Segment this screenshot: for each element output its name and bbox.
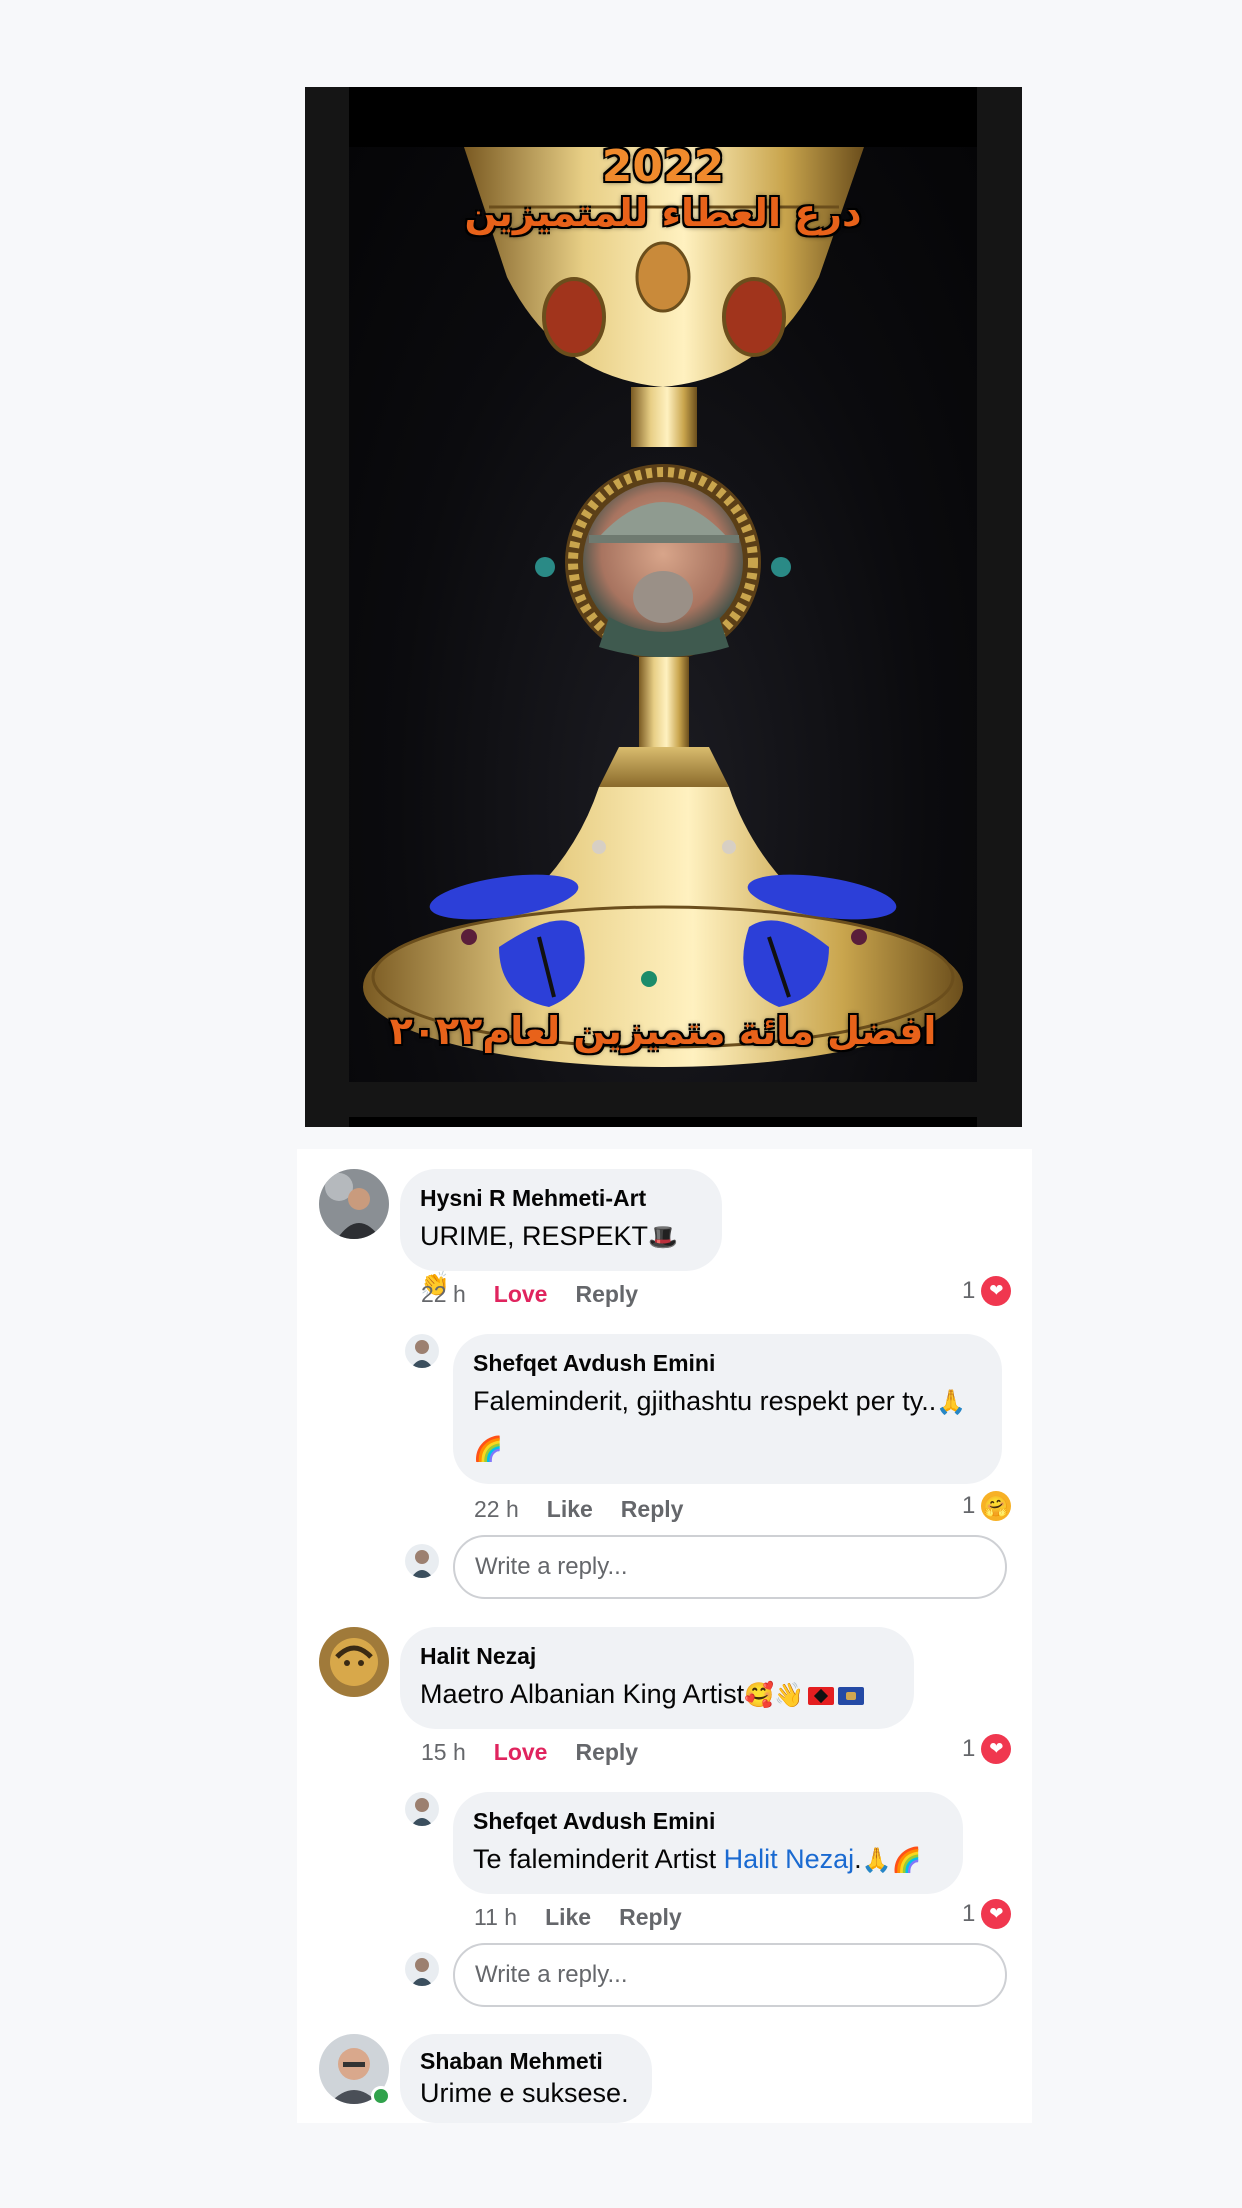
reply-text-body: Te faleminderit Artist [473,1844,724,1874]
reply-input[interactable] [453,1535,1007,1599]
like-button[interactable]: Like [545,1902,591,1932]
reply-text-body: Faleminderit, gjithashtu respekt per ty.… [473,1386,937,1416]
comments-panel: Hysni R Mehmeti-Art URIME, RESPEKT🎩👏 22 … [297,1149,1032,2123]
comment-text-body: Maetro Albanian King Artist [420,1679,745,1709]
reaction-count: 1 [962,1900,976,1927]
image-letterbox-bottom [349,1117,977,1127]
comment-author[interactable]: Shaban Mehmeti [420,2046,632,2076]
reply-text: Te faleminderit Artist Halit Nezaj.🙏🌈 [473,1836,943,1883]
reply-button[interactable]: Reply [575,1279,638,1309]
care-icon: 🤗 [981,1491,1012,1521]
reply-emoji-rainbow: 🌈 [473,1435,503,1463]
albania-flag-icon [807,1687,834,1705]
love-button[interactable]: Love [494,1737,548,1767]
avatar-small [405,1952,439,1986]
comment-text-body: URIME, RESPEKT [420,1221,649,1251]
reply-actions: 11 h Like Reply [474,1902,682,1932]
reply-emojis: 🙏🌈 [861,1846,922,1874]
heart-icon: ❤ [981,1276,1012,1306]
reply-emoji-pray: 🙏 [936,1388,967,1416]
reply-button[interactable]: Reply [619,1902,682,1932]
reply-input[interactable] [453,1943,1007,2007]
reaction-count: 1 [962,1735,976,1762]
post-image-bottom-text: افضل مائة متميزين لعام٢٠٢٢ [389,1009,937,1053]
comment-bubble: Shaban Mehmeti Urime e suksese. [400,2034,652,2123]
reply-timestamp[interactable]: 22 h [474,1494,519,1524]
comment-author[interactable]: Halit Nezaj [420,1641,894,1671]
comment-text: Maetro Albanian King Artist🥰👋 [420,1671,894,1718]
reply-timestamp[interactable]: 11 h [474,1902,517,1932]
post-image[interactable]: 2022 درع العطاء للمتميزين افضل مائة متمي… [349,147,977,1082]
reaction-count: 1 [962,1277,976,1304]
chalice-illustration [363,147,963,1067]
heart-icon: ❤ [981,1899,1012,1929]
love-button[interactable]: Love [494,1279,548,1309]
comment-bubble: Halit Nezaj Maetro Albanian King Artist🥰… [400,1627,914,1729]
kosovo-flag-icon [837,1687,864,1705]
comment-timestamp[interactable]: 22 h [421,1279,466,1309]
reply-actions: 22 h Like Reply [474,1494,683,1524]
comment-actions: 15 h Love Reply [421,1737,638,1767]
comment-text: Urime e suksese. [420,2078,629,2108]
avatar[interactable] [319,1627,389,1697]
avatar[interactable] [319,1169,389,1239]
comment-author[interactable]: Hysni R Mehmeti-Art [420,1183,702,1213]
post-image-top-text: درع العطاء للمتميزين [464,191,862,235]
comment-emojis: 🥰👋 [744,1681,804,1709]
comment-bubble: Hysni R Mehmeti-Art URIME, RESPEKT🎩👏 [400,1169,722,1298]
reply-bubble: Shefqet Avdush Emini Faleminderit, gjith… [453,1334,1002,1484]
image-letterbox-top [349,87,977,147]
reaction-summary[interactable]: 1 🤗 [962,1491,1012,1521]
avatar-small [405,1544,439,1578]
heart-icon: ❤ [981,1734,1012,1764]
post-image-year-text: 2022 [601,147,725,192]
reply-text: Faleminderit, gjithashtu respekt per ty.… [473,1378,982,1472]
reply-text-end: . [854,1844,862,1874]
reaction-summary[interactable]: 1 ❤ [962,1734,1012,1764]
mention-link[interactable]: Halit Nezaj [724,1844,855,1874]
reply-bubble: Shefqet Avdush Emini Te faleminderit Art… [453,1792,963,1894]
reply-button[interactable]: Reply [575,1737,638,1767]
comment-timestamp[interactable]: 15 h [421,1737,466,1767]
post-image-frame[interactable]: 2022 درع العطاء للمتميزين افضل مائة متمي… [305,87,1022,1127]
online-status-indicator [371,2086,391,2106]
avatar-small[interactable] [405,1334,439,1368]
like-button[interactable]: Like [547,1494,593,1524]
reply-author[interactable]: Shefqet Avdush Emini [473,1806,943,1836]
reaction-count: 1 [962,1492,976,1519]
reaction-summary[interactable]: 1 ❤ [962,1276,1012,1306]
reply-author[interactable]: Shefqet Avdush Emini [473,1348,982,1378]
reaction-summary[interactable]: 1 ❤ [962,1899,1012,1929]
reply-button[interactable]: Reply [621,1494,684,1524]
comment-actions: 22 h Love Reply [421,1279,638,1309]
avatar-small[interactable] [405,1792,439,1826]
